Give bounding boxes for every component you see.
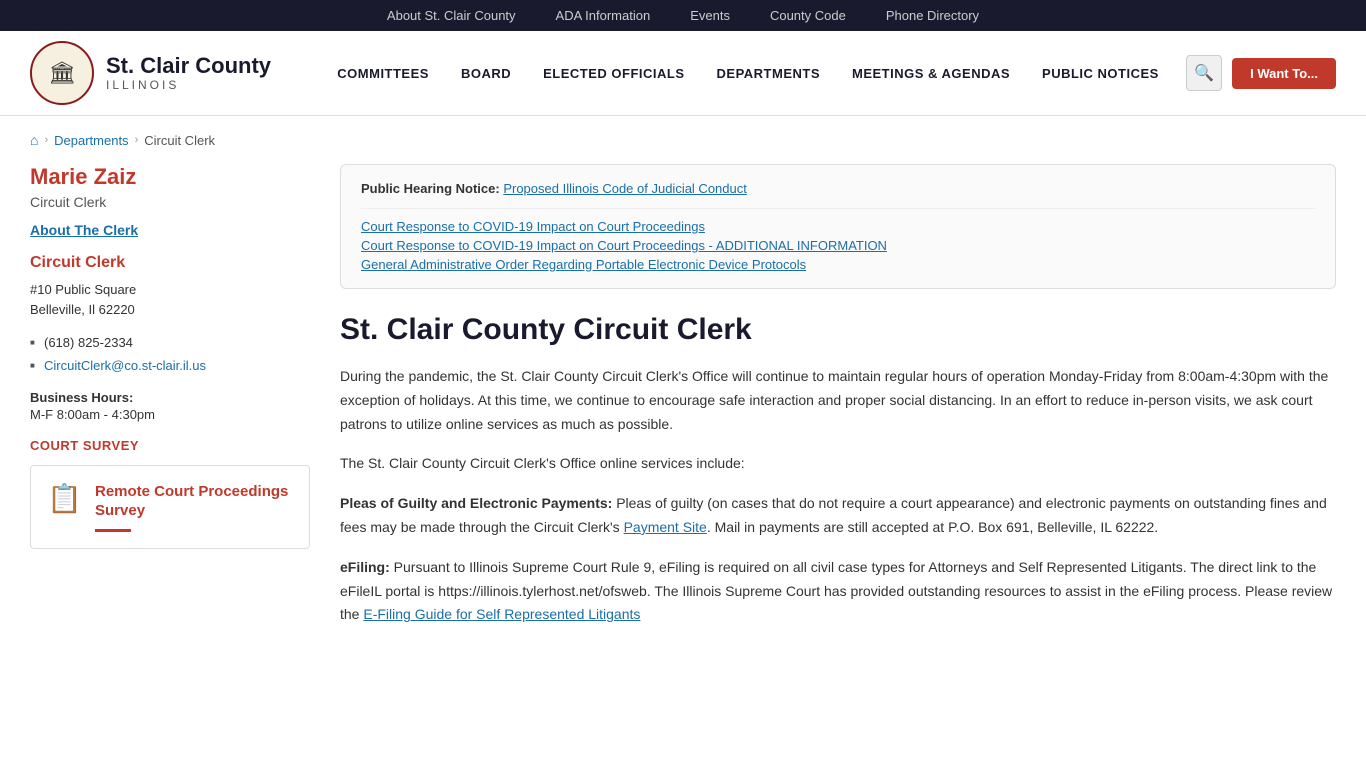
search-button[interactable]: 🔍 xyxy=(1186,55,1222,91)
topbar-phone-directory[interactable]: Phone Directory xyxy=(886,8,979,23)
main-content: Public Hearing Notice: Proposed Illinois… xyxy=(340,164,1336,663)
org-name: St. Clair County xyxy=(106,54,271,78)
body-paragraph-1: During the pandemic, the St. Clair Count… xyxy=(340,365,1336,436)
breadcrumb-sep-2: › xyxy=(135,134,139,146)
top-bar: About St. Clair County ADA Information E… xyxy=(0,0,1366,31)
payment-site-link[interactable]: Payment Site xyxy=(624,519,707,535)
breadcrumb: ⌂ › Departments › Circuit Clerk xyxy=(0,116,1366,164)
sidebar-email: CircuitClerk@co.st-clair.il.us xyxy=(30,354,310,377)
notice-label: Public Hearing Notice: xyxy=(361,181,500,196)
efiling-label: eFiling: xyxy=(340,559,390,575)
sidebar-address-line1: #10 Public Square xyxy=(30,282,136,297)
sidebar: Marie Zaiz Circuit Clerk About The Clerk… xyxy=(30,164,340,569)
logo[interactable]: 🏛 St. Clair County ILLINOIS xyxy=(30,41,310,105)
body-paragraph-4: eFiling: Pursuant to Illinois Supreme Co… xyxy=(340,556,1336,627)
topbar-events[interactable]: Events xyxy=(690,8,730,23)
topbar-about[interactable]: About St. Clair County xyxy=(387,8,516,23)
notice-item-2[interactable]: Court Response to COVID-19 Impact on Cou… xyxy=(361,238,1315,253)
breadcrumb-sep-1: › xyxy=(44,134,48,146)
breadcrumb-current: Circuit Clerk xyxy=(144,133,215,148)
notice-link[interactable]: Proposed Illinois Code of Judicial Condu… xyxy=(503,181,747,196)
header: 🏛 St. Clair County ILLINOIS COMMITTEES B… xyxy=(0,31,1366,116)
home-icon[interactable]: ⌂ xyxy=(30,132,38,148)
sidebar-phone: (618) 825-2334 xyxy=(30,331,310,354)
about-clerk-link[interactable]: About The Clerk xyxy=(30,222,310,238)
nav-elected-officials[interactable]: ELECTED OFFICIALS xyxy=(529,58,698,89)
logo-icon: 🏛 xyxy=(30,41,94,105)
sidebar-hours-label: Business Hours: xyxy=(30,390,310,405)
pleas-label: Pleas of Guilty and Electronic Payments: xyxy=(340,495,612,511)
nav-committees[interactable]: COMMITTEES xyxy=(323,58,443,89)
sidebar-section-title: Circuit Clerk xyxy=(30,254,310,272)
body-paragraph-3: Pleas of Guilty and Electronic Payments:… xyxy=(340,492,1336,540)
org-state: ILLINOIS xyxy=(106,78,271,92)
survey-card[interactable]: 📋 Remote Court Proceedings Survey xyxy=(30,465,310,549)
notice-item-1[interactable]: Court Response to COVID-19 Impact on Cou… xyxy=(361,219,1315,234)
sidebar-address-line2: Belleville, Il 62220 xyxy=(30,302,135,317)
survey-card-underline xyxy=(95,529,131,532)
nav-departments[interactable]: DEPARTMENTS xyxy=(703,58,834,89)
sidebar-email-link[interactable]: CircuitClerk@co.st-clair.il.us xyxy=(44,358,206,373)
nav-meetings-agendas[interactable]: MEETINGS & AGENDAS xyxy=(838,58,1024,89)
sidebar-hours: M-F 8:00am - 4:30pm xyxy=(30,407,310,422)
sidebar-address: #10 Public Square Belleville, Il 62220 xyxy=(30,280,310,319)
nav-board[interactable]: BOARD xyxy=(447,58,525,89)
logo-text: St. Clair County ILLINOIS xyxy=(106,54,271,92)
efiling-guide-link[interactable]: E-Filing Guide for Self Represented Liti… xyxy=(363,606,640,622)
header-actions: 🔍 I Want To... xyxy=(1186,55,1336,91)
main-nav: COMMITTEES BOARD ELECTED OFFICIALS DEPAR… xyxy=(310,58,1186,89)
notice-divider xyxy=(361,208,1315,209)
survey-card-title: Remote Court Proceedings Survey xyxy=(95,482,293,521)
i-want-to-button[interactable]: I Want To... xyxy=(1232,58,1336,89)
topbar-ada[interactable]: ADA Information xyxy=(556,8,651,23)
notice-box: Public Hearing Notice: Proposed Illinois… xyxy=(340,164,1336,289)
notice-items: Court Response to COVID-19 Impact on Cou… xyxy=(361,219,1315,272)
sidebar-person-name: Marie Zaiz xyxy=(30,164,310,190)
sidebar-contact: (618) 825-2334 CircuitClerk@co.st-clair.… xyxy=(30,331,310,378)
breadcrumb-departments[interactable]: Departments xyxy=(54,133,128,148)
topbar-county-code[interactable]: County Code xyxy=(770,8,846,23)
notice-header: Public Hearing Notice: Proposed Illinois… xyxy=(361,181,1315,196)
sidebar-person-title: Circuit Clerk xyxy=(30,194,310,210)
body-paragraph-2: The St. Clair County Circuit Clerk's Off… xyxy=(340,452,1336,476)
nav-public-notices[interactable]: PUBLIC NOTICES xyxy=(1028,58,1173,89)
pleas-tail: . Mail in payments are still accepted at… xyxy=(707,519,1158,535)
content-wrapper: Marie Zaiz Circuit Clerk About The Clerk… xyxy=(0,164,1366,663)
survey-card-content: Remote Court Proceedings Survey xyxy=(95,482,293,532)
search-icon: 🔍 xyxy=(1194,63,1214,83)
page-title: St. Clair County Circuit Clerk xyxy=(340,313,1336,347)
notice-item-3[interactable]: General Administrative Order Regarding P… xyxy=(361,257,1315,272)
survey-icon: 📋 xyxy=(47,482,83,515)
court-survey-label: COURT SURVEY xyxy=(30,438,310,453)
